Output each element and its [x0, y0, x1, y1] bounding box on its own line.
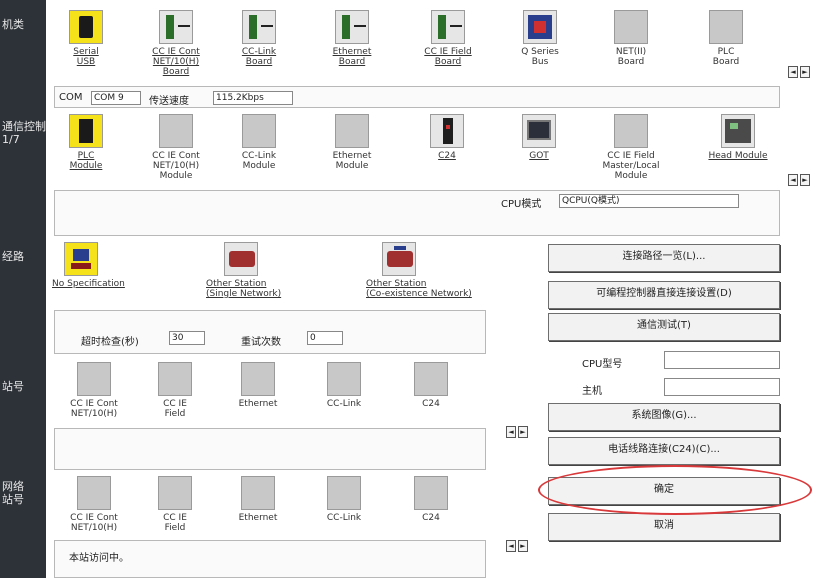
- host-field: [664, 378, 780, 396]
- sidebar-label-pc-side: 机类: [2, 18, 24, 31]
- c24-icon: [414, 362, 448, 396]
- head-module-icon: [721, 114, 755, 148]
- cc-ie-field-icon: [158, 476, 192, 510]
- row1-icon-cc-link-board[interactable]: CC-Link Board: [229, 10, 289, 67]
- cc-link-icon: [327, 476, 361, 510]
- row5-icon-ethernet[interactable]: Ethernet: [228, 476, 288, 523]
- retry-label: 重试次数: [241, 337, 281, 348]
- row1-icon-cc-ie-field-board[interactable]: CC IE Field Board: [408, 10, 488, 67]
- row2-icon-cc-link-module[interactable]: CC-Link Module: [229, 114, 289, 171]
- ethernet-board-icon: [335, 10, 369, 44]
- cpu-type-label: CPU型号: [582, 359, 623, 370]
- cc-link-board-icon: [242, 10, 276, 44]
- row2-scroll-right[interactable]: ►: [800, 174, 810, 186]
- ethernet-icon: [241, 362, 275, 396]
- row5-icon-cc-ie-cont[interactable]: CC IE Cont NET/10(H): [56, 476, 132, 533]
- row4-icon-cc-link[interactable]: CC-Link: [314, 362, 374, 409]
- row3-icon-no-specification[interactable]: No Specification: [52, 242, 162, 289]
- cpu-mode-panel: CPU模式 QCPU(Q模式): [54, 190, 780, 236]
- row1-icon-net-ii-board[interactable]: NET(II) Board: [601, 10, 661, 67]
- cc-ie-cont-module-icon: [159, 114, 193, 148]
- speed-label: 传送速度: [149, 96, 189, 107]
- status-panel: 本站访问中。: [54, 540, 486, 578]
- got-icon: [522, 114, 556, 148]
- row1-scroll-left[interactable]: ◄: [788, 66, 798, 78]
- row2-icon-cc-ie-field-master[interactable]: CC IE Field Master/Local Module: [591, 114, 671, 181]
- phone-line-connection-button[interactable]: 电话线路连接(C24)(C)...: [548, 437, 780, 465]
- cc-ie-field-master-icon: [614, 114, 648, 148]
- q-series-bus-icon: [523, 10, 557, 44]
- row2-icon-head-module[interactable]: Head Module: [706, 114, 770, 161]
- cpu-mode-select[interactable]: QCPU(Q模式): [559, 194, 739, 208]
- cancel-button[interactable]: 取消: [548, 513, 780, 541]
- ok-button-highlight-ellipse: [538, 465, 812, 515]
- row5-icon-cc-link[interactable]: CC-Link: [314, 476, 374, 523]
- sidebar-label-route: 经路: [2, 250, 24, 263]
- row1-scroll-right[interactable]: ►: [800, 66, 810, 78]
- left-sidebar: 机类 通信控制 1/7 经路 站号 网络 站号: [0, 0, 46, 578]
- connection-test-button[interactable]: 通信测试(T): [548, 313, 780, 341]
- cpu-type-field: [664, 351, 780, 369]
- c24-icon: [430, 114, 464, 148]
- row3-icon-other-station-coexistence[interactable]: Other Station (Co-existence Network): [366, 242, 526, 299]
- station-info-panel: [54, 428, 486, 470]
- row4-scroll-right[interactable]: ►: [518, 426, 528, 438]
- row2-icon-ethernet-module[interactable]: Ethernet Module: [322, 114, 382, 171]
- row1-icon-plc-board[interactable]: PLC Board: [696, 10, 756, 67]
- row4-icon-ethernet[interactable]: Ethernet: [228, 362, 288, 409]
- sidebar-label-network-station: 网络 站号: [2, 480, 24, 506]
- cc-ie-cont-board-icon: [159, 10, 193, 44]
- cc-ie-cont-icon: [77, 476, 111, 510]
- row4-scroll-left[interactable]: ◄: [506, 426, 516, 438]
- row5-icon-cc-ie-field[interactable]: CC IE Field: [150, 476, 200, 533]
- row1-icon-ethernet-board[interactable]: Ethernet Board: [322, 10, 382, 67]
- speed-field[interactable]: 115.2Kbps: [213, 91, 293, 105]
- net-ii-board-icon: [614, 10, 648, 44]
- sidebar-label-station: 站号: [2, 380, 24, 393]
- row5-scroll-left[interactable]: ◄: [506, 540, 516, 552]
- row3-icon-other-station-single[interactable]: Other Station (Single Network): [206, 242, 326, 299]
- other-station-coexistence-icon: [382, 242, 416, 276]
- row5-icon-c24[interactable]: C24: [406, 476, 456, 523]
- sidebar-label-plc-side: 通信控制 1/7: [2, 120, 46, 146]
- row2-icon-plc-module[interactable]: PLC Module: [56, 114, 116, 171]
- row4-icon-cc-ie-field[interactable]: CC IE Field: [150, 362, 200, 419]
- retry-field[interactable]: 0: [307, 331, 343, 345]
- row4-icon-c24[interactable]: C24: [406, 362, 456, 409]
- row2-icon-cc-ie-cont-module[interactable]: CC IE Cont NET/10(H) Module: [138, 114, 214, 181]
- row2-icon-got[interactable]: GOT: [514, 114, 564, 161]
- system-image-button[interactable]: 系统图像(G)...: [548, 403, 780, 431]
- plc-board-icon: [709, 10, 743, 44]
- cc-link-module-icon: [242, 114, 276, 148]
- row2-scroll-left[interactable]: ◄: [788, 174, 798, 186]
- row1-icon-serial-usb[interactable]: Serial USB: [56, 10, 116, 67]
- row5-scroll-right[interactable]: ►: [518, 540, 528, 552]
- c24-icon: [414, 476, 448, 510]
- status-text: 本站访问中。: [69, 553, 129, 564]
- no-specification-icon: [64, 242, 98, 276]
- connection-list-button[interactable]: 连接路径一览(L)...: [548, 244, 780, 272]
- com-label: COM: [59, 92, 83, 103]
- timeout-field[interactable]: 30: [169, 331, 205, 345]
- cc-ie-field-icon: [158, 362, 192, 396]
- serial-usb-icon: [69, 10, 103, 44]
- ethernet-module-icon: [335, 114, 369, 148]
- com-settings-bar: COM COM 9 传送速度 115.2Kbps: [54, 86, 780, 108]
- row4-icon-cc-ie-cont[interactable]: CC IE Cont NET/10(H): [56, 362, 132, 419]
- cpu-mode-label: CPU模式: [501, 199, 542, 210]
- plc-module-icon: [69, 114, 103, 148]
- com-port-field[interactable]: COM 9: [91, 91, 141, 105]
- cc-ie-cont-icon: [77, 362, 111, 396]
- cc-ie-field-board-icon: [431, 10, 465, 44]
- row1-icon-q-series-bus[interactable]: Q Series Bus: [510, 10, 570, 67]
- ethernet-icon: [241, 476, 275, 510]
- other-station-single-icon: [224, 242, 258, 276]
- cc-link-icon: [327, 362, 361, 396]
- timeout-panel: 超时检查(秒) 30 重试次数 0: [54, 310, 486, 354]
- row2-icon-c24[interactable]: C24: [422, 114, 472, 161]
- row1-icon-cc-ie-cont-board[interactable]: CC IE Cont NET/10(H) Board: [138, 10, 214, 77]
- host-label: 主机: [582, 386, 602, 397]
- timeout-label: 超时检查(秒): [81, 337, 139, 348]
- plc-direct-connection-button[interactable]: 可编程控制器直接连接设置(D): [548, 281, 780, 309]
